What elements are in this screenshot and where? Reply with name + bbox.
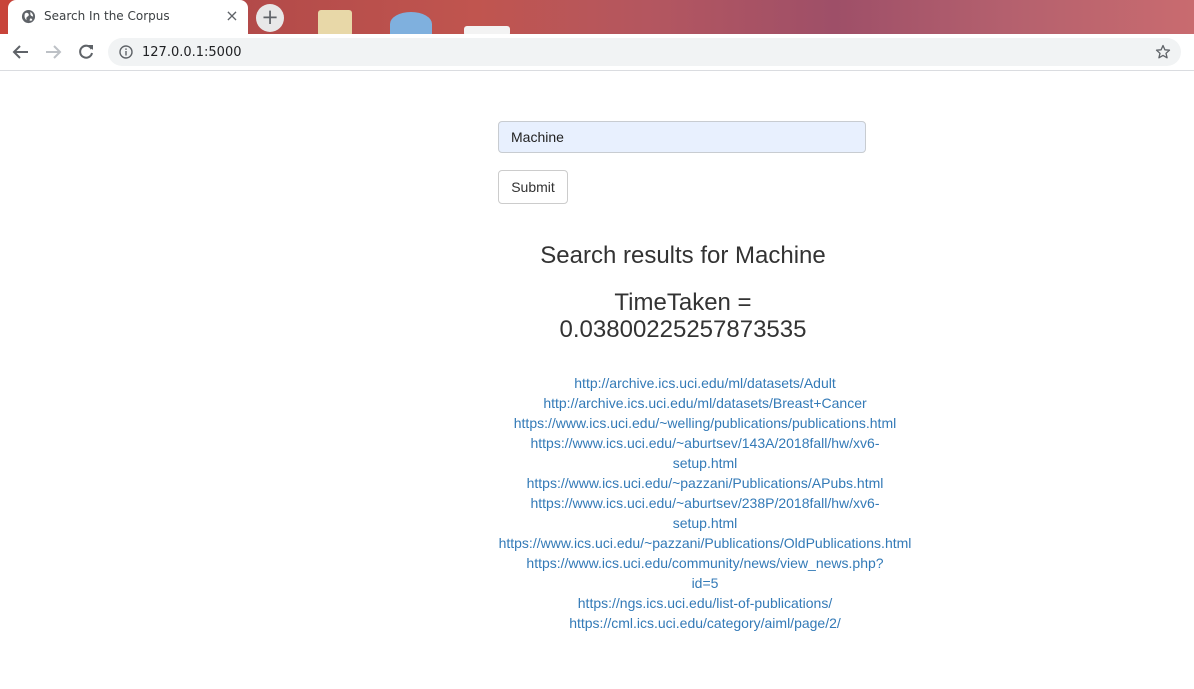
reload-icon[interactable] [75, 41, 97, 63]
url-text[interactable]: 127.0.0.1:5000 [142, 45, 242, 60]
forward-arrow-icon[interactable] [42, 41, 64, 63]
time-taken-label: TimeTaken = [614, 289, 752, 316]
results-title: Search results for Machine [540, 242, 826, 269]
result-link-text-cont: setup.html [672, 515, 738, 531]
time-taken-value: 0.03800225257873535 [559, 316, 807, 343]
address-bar[interactable]: 127.0.0.1:5000 [108, 38, 1181, 66]
result-link-text: https://www.ics.uci.edu/~aburtsev/238P/2… [530, 495, 880, 511]
bookmark-star-icon[interactable] [1155, 44, 1171, 60]
result-link-text: https://www.ics.uci.edu/~aburtsev/143A/2… [530, 435, 880, 451]
result-link[interactable]: https://www.ics.uci.edu/~welling/publica… [498, 413, 912, 433]
result-link-text: http://archive.ics.uci.edu/ml/datasets/A… [574, 375, 836, 391]
result-link[interactable]: http://archive.ics.uci.edu/ml/datasets/B… [498, 393, 912, 413]
result-link[interactable]: https://www.ics.uci.edu/~aburtsev/143A/2… [498, 433, 912, 473]
submit-button[interactable]: Submit [498, 170, 568, 204]
result-link-text: https://cml.ics.uci.edu/category/aiml/pa… [569, 615, 841, 631]
result-link-text: http://archive.ics.uci.edu/ml/datasets/B… [543, 395, 867, 411]
desktop-background-icon [318, 10, 352, 34]
result-link[interactable]: https://ngs.ics.uci.edu/list-of-publicat… [498, 593, 912, 613]
result-link[interactable]: https://cml.ics.uci.edu/category/aiml/pa… [498, 613, 912, 633]
result-link[interactable]: https://www.ics.uci.edu/~pazzani/Publica… [498, 533, 912, 553]
tab-strip: Search In the Corpus × + [0, 0, 1194, 34]
page-content: Submit Search results for Machine TimeTa… [0, 71, 1194, 689]
info-icon[interactable] [119, 45, 133, 59]
result-link[interactable]: https://www.ics.uci.edu/~pazzani/Publica… [498, 473, 912, 493]
result-link[interactable]: https://www.ics.uci.edu/community/news/v… [498, 553, 912, 593]
close-icon[interactable]: × [224, 8, 240, 24]
browser-tab[interactable]: Search In the Corpus × [8, 0, 248, 34]
back-arrow-icon[interactable] [10, 41, 32, 63]
result-link-text: https://www.ics.uci.edu/~pazzani/Publica… [526, 475, 884, 491]
result-link[interactable]: https://www.ics.uci.edu/~aburtsev/238P/2… [498, 493, 912, 533]
browser-toolbar: 127.0.0.1:5000 [0, 34, 1194, 71]
result-link-text: https://ngs.ics.uci.edu/list-of-publicat… [577, 595, 833, 611]
new-tab-button[interactable]: + [256, 4, 284, 32]
result-link[interactable]: http://archive.ics.uci.edu/ml/datasets/A… [498, 373, 912, 393]
globe-icon [21, 9, 36, 24]
result-link-text: https://www.ics.uci.edu/community/news/v… [526, 555, 884, 571]
search-input[interactable] [498, 121, 866, 153]
result-link-text-cont: setup.html [672, 455, 738, 471]
result-link-text-cont: id=5 [691, 575, 719, 591]
tab-title: Search In the Corpus [44, 9, 170, 23]
result-link-text: https://www.ics.uci.edu/~welling/publica… [513, 415, 897, 431]
desktop-background-icon [464, 26, 510, 34]
results-list: http://archive.ics.uci.edu/ml/datasets/A… [498, 373, 912, 633]
result-link-text: https://www.ics.uci.edu/~pazzani/Publica… [498, 535, 912, 551]
desktop-background-icon [390, 12, 432, 34]
time-taken: TimeTaken = 0.03800225257873535 [498, 289, 868, 343]
